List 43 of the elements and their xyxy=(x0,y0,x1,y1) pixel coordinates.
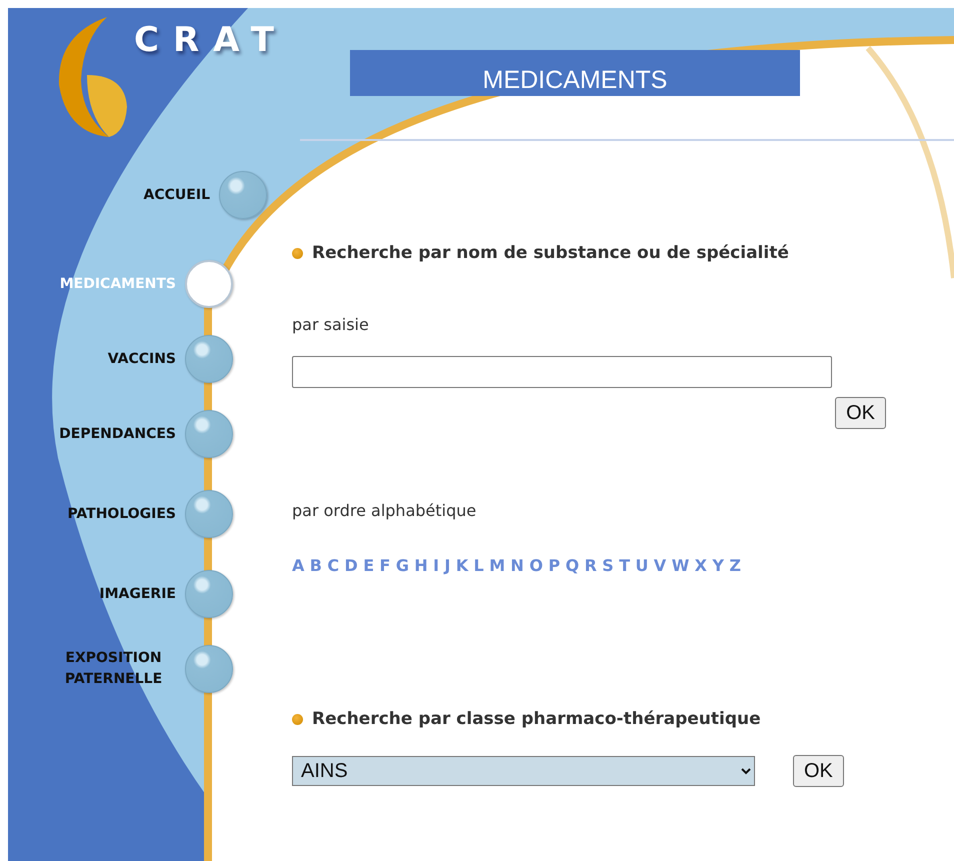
nav-link[interactable]: PATHOLOGIES xyxy=(8,490,233,538)
search-field[interactable] xyxy=(292,356,832,388)
letter-link[interactable]: L xyxy=(474,556,484,575)
letter-link[interactable]: R xyxy=(584,556,597,575)
letter-link[interactable]: B xyxy=(310,556,322,575)
letter-link[interactable]: A xyxy=(292,556,304,575)
letter-link[interactable]: Q xyxy=(565,556,580,575)
letter-link[interactable]: Y xyxy=(712,556,724,575)
letter-link[interactable]: K xyxy=(456,556,468,575)
page-title-bar: MEDICAMENTS xyxy=(350,50,800,96)
letter-link[interactable]: G xyxy=(396,556,409,575)
letter-link[interactable]: Z xyxy=(729,556,741,575)
letter-link[interactable]: P xyxy=(548,556,560,575)
letter-link[interactable]: D xyxy=(344,556,358,575)
ok-button[interactable]: OK xyxy=(793,755,844,787)
class-select[interactable]: AINS xyxy=(292,756,755,786)
crescent-logo-icon xyxy=(58,16,128,138)
letter-link[interactable]: J xyxy=(444,556,450,575)
letter-link[interactable]: S xyxy=(602,556,614,575)
letter-link[interactable]: N xyxy=(510,556,524,575)
logo-text: CRAT xyxy=(134,20,288,60)
section-heading: Recherche par classe pharmaco-thérapeutique xyxy=(312,709,761,729)
letter-link[interactable]: M xyxy=(489,556,506,575)
letter-link[interactable]: U xyxy=(635,556,648,575)
letter-link[interactable]: C xyxy=(327,556,340,575)
letter-link[interactable]: E xyxy=(363,556,374,575)
ok-button[interactable]: OK xyxy=(835,397,886,429)
nav-link[interactable]: EXPOSITION PATERNELLE xyxy=(8,645,233,693)
nav-link[interactable]: ACCUEIL xyxy=(8,171,267,219)
letter-link[interactable]: H xyxy=(414,556,428,575)
nav-link[interactable]: DEPENDANCES xyxy=(8,410,233,458)
field-label: par saisie xyxy=(292,315,370,334)
section-heading: Recherche par nom de substance ou de spécialité xyxy=(312,243,789,263)
field-label: par ordre alphabétique xyxy=(292,501,478,520)
letter-link[interactable]: X xyxy=(694,556,707,575)
letter-link[interactable]: I xyxy=(433,556,440,575)
nav-link[interactable]: VACCINS xyxy=(8,335,233,383)
letter-link[interactable]: T xyxy=(619,556,630,575)
nav-link[interactable]: IMAGERIE xyxy=(8,570,233,618)
letter-link[interactable]: O xyxy=(529,556,543,575)
letter-link[interactable]: F xyxy=(380,556,390,575)
letter-link[interactable]: W xyxy=(672,556,690,575)
letter-link[interactable]: V xyxy=(654,556,666,575)
